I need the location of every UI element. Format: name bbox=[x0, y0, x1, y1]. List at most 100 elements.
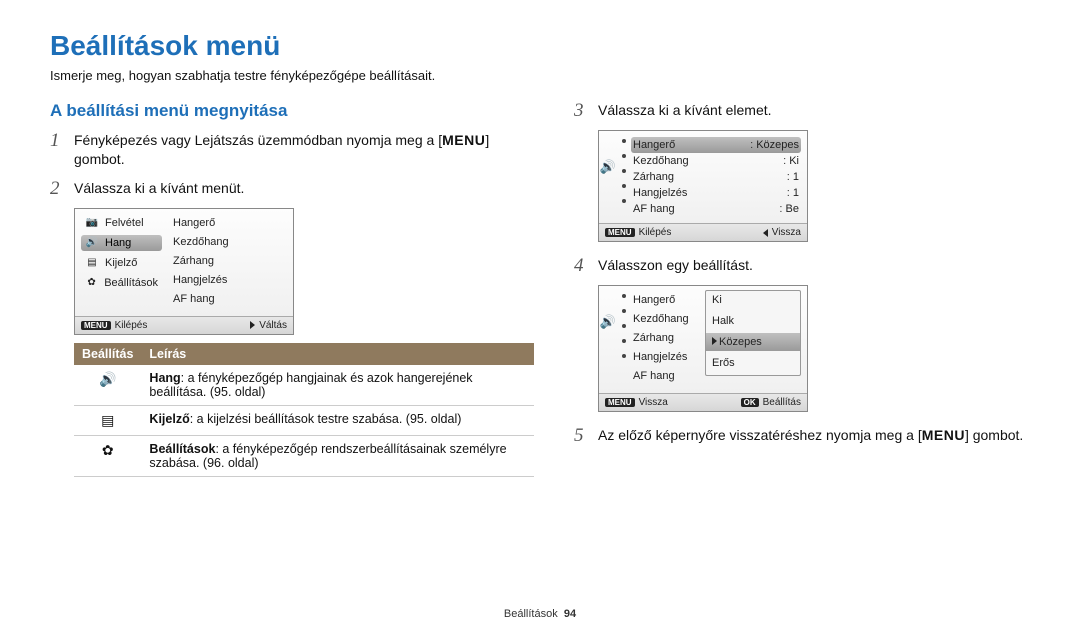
step-3: 3 Válassza ki a kívánt elemet. bbox=[574, 101, 1030, 120]
camera-screen-item: 🔊 Hangerő Közepes Kezdőhang Ki bbox=[598, 130, 808, 242]
row-value: Ki bbox=[783, 155, 799, 167]
table-row: ▤ Kijelző: a kijelzési beállítások testr… bbox=[74, 405, 534, 435]
row-value: 1 bbox=[787, 187, 799, 199]
speaker-icon: 🔊 bbox=[85, 237, 99, 249]
screen-footer: MENU Vissza OK Beállítás bbox=[599, 393, 807, 411]
list-item[interactable]: AF hang Be bbox=[631, 201, 801, 217]
step-1-text-a: Fényképezés vagy Lejátszás üzemmódban ny… bbox=[74, 132, 442, 148]
step-text: Az előző képernyőre visszatéréshez nyomj… bbox=[598, 426, 1030, 445]
option-item[interactable]: Halk bbox=[706, 312, 800, 330]
row-text: : a fényképezőgép hangjainak és azok han… bbox=[149, 371, 472, 399]
row-label: AF hang bbox=[633, 203, 675, 215]
list-item[interactable]: Zárhang 1 bbox=[631, 169, 801, 185]
row-bold: Hang bbox=[149, 371, 180, 385]
row-bold: Kijelző bbox=[149, 412, 189, 426]
screen-footer: MENU Kilépés Váltás bbox=[75, 316, 293, 334]
row-label: Hangerő bbox=[633, 139, 675, 151]
option-item[interactable]: Ki bbox=[706, 291, 800, 309]
table-row: 🔊 Hang: a fényképezőgép hangjainak és az… bbox=[74, 365, 534, 406]
step-5: 5 Az előző képernyőre visszatéréshez nyo… bbox=[574, 426, 1030, 445]
step-text: Válasszon egy beállítást. bbox=[598, 256, 1030, 275]
table-head-settings: Beállítás bbox=[74, 343, 141, 365]
menu-label: Felvétel bbox=[105, 217, 144, 229]
row-value: Közepes bbox=[750, 139, 799, 151]
menu-item-beallitasok[interactable]: ✿ Beállítások bbox=[81, 275, 162, 291]
menu-chip: MENU bbox=[81, 321, 111, 330]
section-title: A beállítási menü megnyitása bbox=[50, 101, 534, 121]
row-value: 1 bbox=[787, 171, 799, 183]
footer-page-number: 94 bbox=[564, 608, 576, 620]
list-item[interactable]: Hangerő Közepes bbox=[631, 137, 801, 153]
speaker-icon: 🔊 bbox=[599, 314, 617, 393]
table-head-desc: Leírás bbox=[141, 343, 534, 365]
step-number: 2 bbox=[50, 179, 66, 198]
sub-item[interactable]: Kezdőhang bbox=[171, 234, 287, 250]
step-5-text-b: ] gombot. bbox=[965, 427, 1023, 443]
step-number: 3 bbox=[574, 101, 590, 120]
gear-icon: ✿ bbox=[85, 277, 98, 289]
footer-left-label[interactable]: Vissza bbox=[639, 397, 668, 408]
footer-right-label[interactable]: Váltás bbox=[259, 320, 287, 331]
option-label: Közepes bbox=[719, 336, 762, 348]
speaker-icon: 🔊 bbox=[599, 159, 617, 223]
sub-item[interactable]: Hangjelzés bbox=[171, 272, 287, 288]
display-icon: ▤ bbox=[85, 257, 99, 269]
list-item[interactable]: Hangerő bbox=[631, 292, 705, 308]
footer-label: Beállítások bbox=[504, 608, 558, 620]
arrow-right-icon bbox=[250, 321, 255, 329]
step-number: 5 bbox=[574, 426, 590, 445]
speaker-icon: 🔊 bbox=[99, 371, 116, 387]
arrow-left-icon bbox=[763, 229, 768, 237]
list-item[interactable]: Hangjelzés bbox=[631, 349, 705, 365]
option-item[interactable]: Erős bbox=[706, 354, 800, 372]
menu-item-kijelzo[interactable]: ▤ Kijelző bbox=[81, 255, 162, 271]
row-text: : a kijelzési beállítások testre szabása… bbox=[190, 412, 462, 426]
row-label: Zárhang bbox=[633, 171, 674, 183]
menu-chip: MENU bbox=[605, 228, 635, 237]
right-column: 3 Válassza ki a kívánt elemet. 🔊 Hangerő… bbox=[574, 101, 1030, 477]
screen-footer: MENU Kilépés Vissza bbox=[599, 223, 807, 241]
camera-screen-menu: 📷 Felvétel 🔊 Hang ▤ Kijelző ✿ Beállításo… bbox=[74, 208, 294, 335]
dot-column bbox=[617, 286, 631, 393]
list-item[interactable]: Kezdőhang bbox=[631, 311, 705, 327]
step-4: 4 Válasszon egy beállítást. bbox=[574, 256, 1030, 275]
left-column: A beállítási menü megnyitása 1 Fényképez… bbox=[50, 101, 534, 477]
settings-table: Beállítás Leírás 🔊 Hang: a fényképezőgép… bbox=[74, 343, 534, 477]
sub-item[interactable]: Hangerő bbox=[171, 215, 287, 231]
screen-left-list: 📷 Felvétel 🔊 Hang ▤ Kijelző ✿ Beállításo… bbox=[75, 209, 167, 316]
step-2: 2 Válassza ki a kívánt menüt. bbox=[50, 179, 534, 198]
page-subtitle: Ismerje meg, hogyan szabhatja testre fén… bbox=[50, 68, 1030, 83]
menu-item-hang[interactable]: 🔊 Hang bbox=[81, 235, 162, 251]
list-item[interactable]: Kezdőhang Ki bbox=[631, 153, 801, 169]
page-footer: Beállítások 94 bbox=[0, 608, 1080, 620]
menu-label: Kijelző bbox=[105, 257, 137, 269]
camera-icon: 📷 bbox=[85, 217, 99, 229]
table-row: ✿ Beállítások: a fényképezőgép rendszerb… bbox=[74, 435, 534, 476]
list-item[interactable]: Zárhang bbox=[631, 330, 705, 346]
footer-left-label[interactable]: Kilépés bbox=[115, 320, 148, 331]
list-item[interactable]: AF hang bbox=[631, 368, 705, 384]
row-label: Hangjelzés bbox=[633, 187, 687, 199]
menu-keyword: MENU bbox=[442, 132, 485, 148]
option-item-selected[interactable]: Közepes bbox=[706, 333, 800, 351]
menu-item-felvetel[interactable]: 📷 Felvétel bbox=[81, 215, 162, 231]
row-value: Be bbox=[779, 203, 799, 215]
sub-item[interactable]: Zárhang bbox=[171, 253, 287, 269]
footer-left-label[interactable]: Kilépés bbox=[639, 227, 672, 238]
camera-screen-option: 🔊 Hangerő Kezdőhang Zárhang Hangjelzés A… bbox=[598, 285, 808, 412]
step-1: 1 Fényképezés vagy Lejátszás üzemmódban … bbox=[50, 131, 534, 169]
step-text: Válassza ki a kívánt elemet. bbox=[598, 101, 1030, 120]
footer-right-label[interactable]: Vissza bbox=[772, 227, 801, 238]
menu-chip: MENU bbox=[605, 398, 635, 407]
sub-item[interactable]: AF hang bbox=[171, 291, 287, 307]
arrow-right-icon bbox=[712, 337, 717, 345]
screen-right-list: Hangerő Kezdőhang Zárhang Hangjelzés AF … bbox=[167, 209, 293, 316]
list-item[interactable]: Hangjelzés 1 bbox=[631, 185, 801, 201]
menu-label: Hang bbox=[105, 237, 131, 249]
step-5-text-a: Az előző képernyőre visszatéréshez nyomj… bbox=[598, 427, 922, 443]
step-text: Válassza ki a kívánt menüt. bbox=[74, 179, 534, 198]
dot-column bbox=[617, 131, 631, 223]
row-label: Kezdőhang bbox=[633, 155, 689, 167]
footer-right-label[interactable]: Beállítás bbox=[763, 397, 801, 408]
ok-chip: OK bbox=[741, 398, 759, 407]
